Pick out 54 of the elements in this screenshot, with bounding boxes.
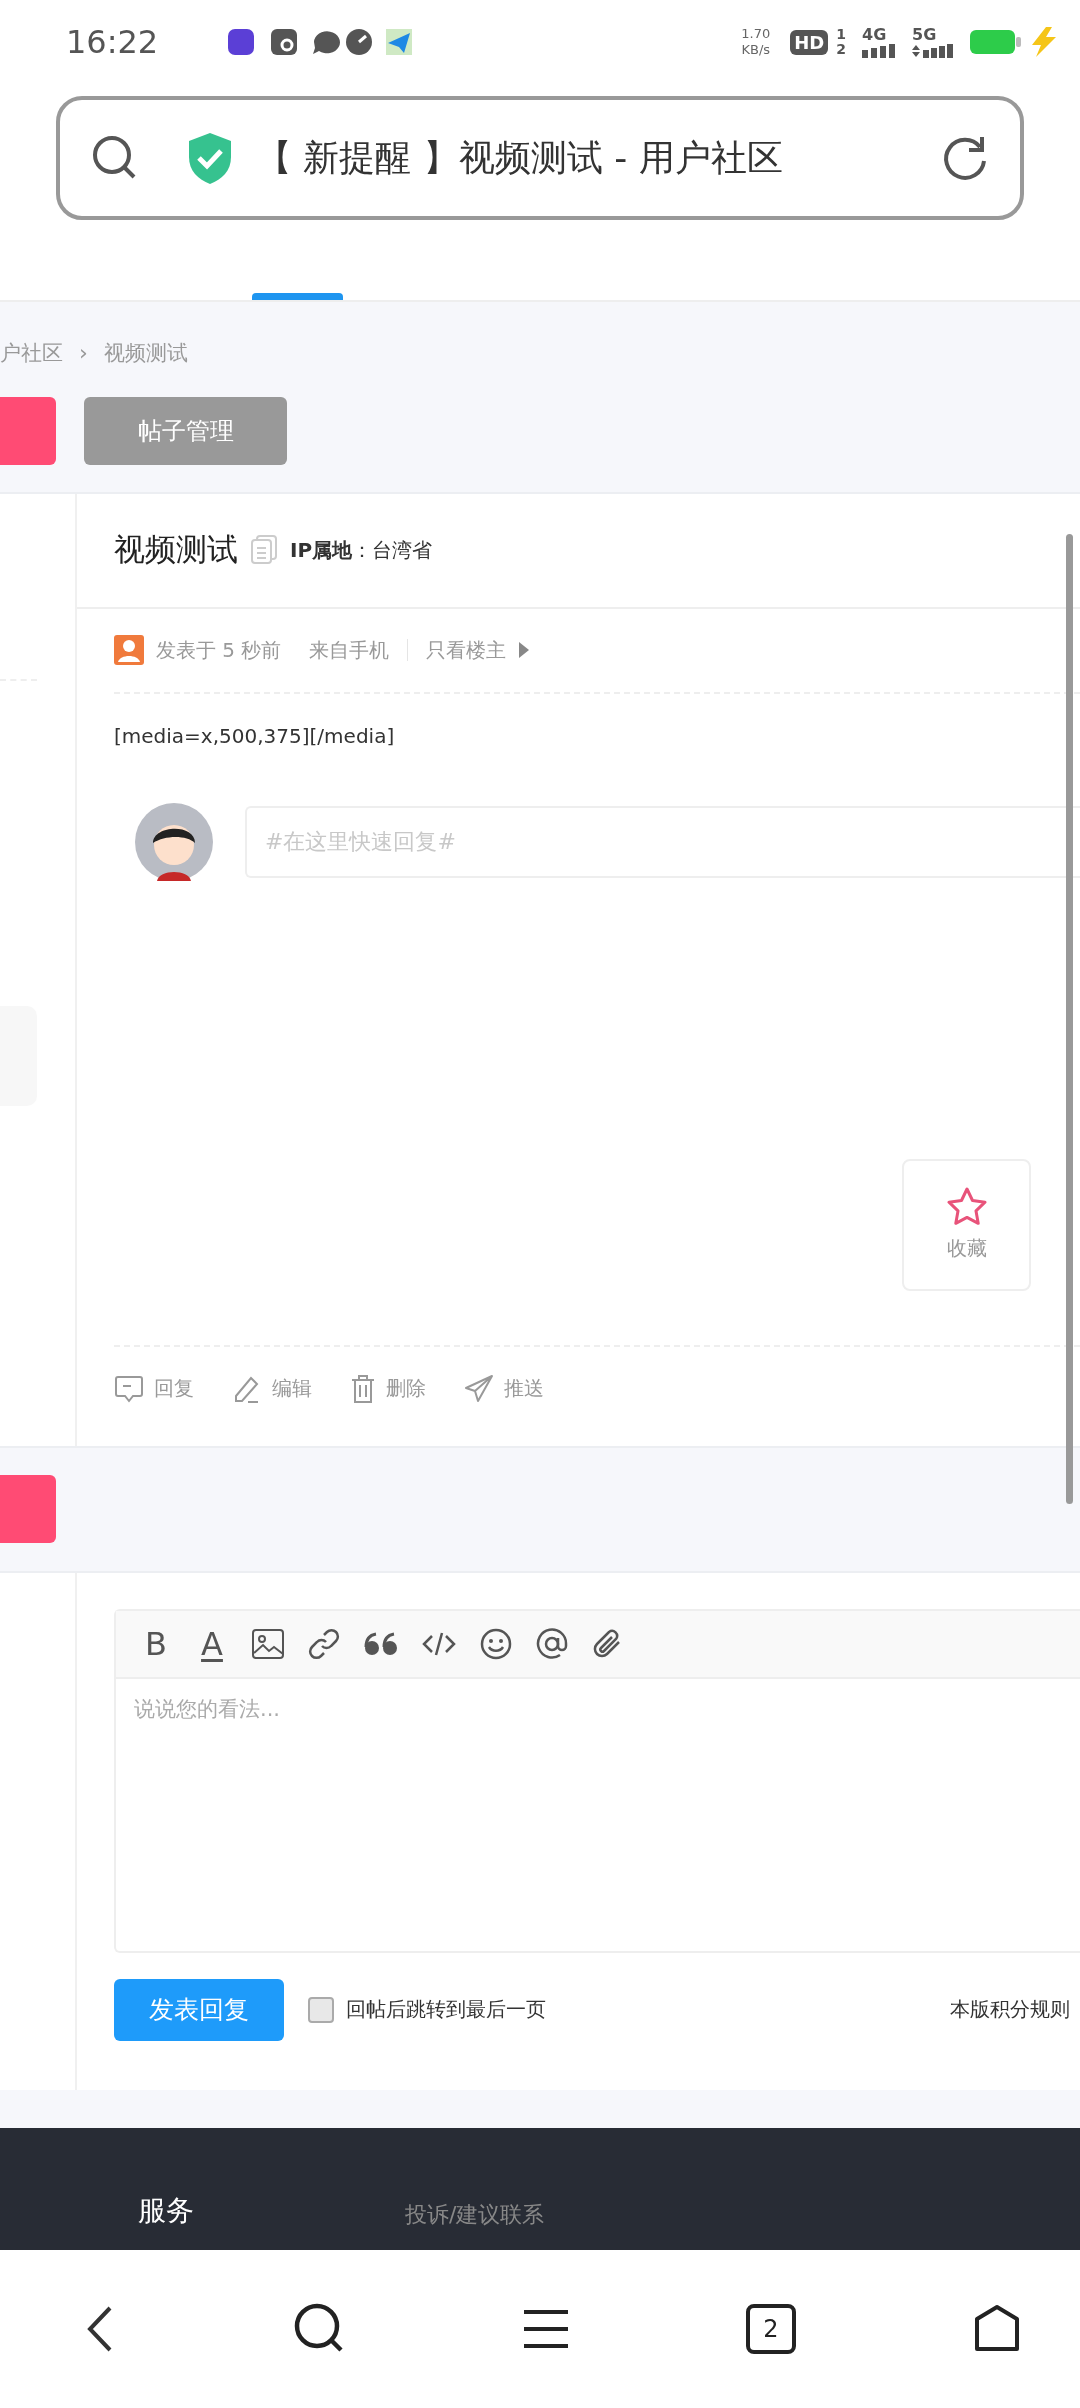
tabs-button[interactable]: 2: [746, 2304, 796, 2355]
address-bar[interactable]: 【 新提醒 】视频测试 - 用户社区: [56, 96, 1024, 220]
network-speed: 1.70: [741, 26, 771, 42]
image-icon[interactable]: [252, 1628, 284, 1659]
post-source: 来自手机: [309, 636, 390, 664]
post-body: [media=x,500,375][/media]: [114, 723, 396, 748]
network-label: 5G: [912, 26, 937, 44]
comment-icon: [114, 1373, 144, 1404]
clock: 16:22: [66, 23, 160, 61]
battery-icon: [970, 29, 1022, 55]
quote-icon[interactable]: [364, 1631, 398, 1656]
signal-icon: [912, 44, 956, 58]
charging-icon: [1030, 27, 1058, 57]
manage-post-button[interactable]: 帖子管理: [84, 396, 287, 465]
author-only-link[interactable]: 只看楼主: [426, 636, 507, 664]
shield-check-icon: [186, 131, 234, 185]
page-title: 【 新提醒 】视频测试 - 用户社区: [256, 135, 784, 180]
post-action[interactable]: 编辑: [232, 1373, 312, 1404]
footer-link[interactable]: 投诉/建议联系: [405, 2200, 545, 2231]
thread-title: 视频测试: [114, 530, 238, 570]
breadcrumb-separator-icon: ›: [79, 340, 88, 366]
network-label: 4G: [862, 26, 887, 44]
checkbox[interactable]: [308, 1996, 334, 2023]
paper-plane-icon: [464, 1373, 494, 1404]
trash-icon: [350, 1373, 376, 1404]
scrollbar[interactable]: [1066, 533, 1073, 1504]
post-action[interactable]: 回复: [114, 1373, 194, 1404]
code-icon[interactable]: [422, 1630, 456, 1657]
rules-link[interactable]: 本版积分规则: [950, 1996, 1070, 2024]
user-icon: [114, 635, 144, 666]
speed-unit: KB/s: [741, 42, 771, 58]
at-icon[interactable]: [536, 1627, 568, 1660]
checkbox-label[interactable]: 回帖后跳转到最后一页: [346, 1996, 546, 2024]
post-time: 发表于 5 秒前: [156, 636, 282, 664]
emoji-icon[interactable]: [480, 1627, 512, 1660]
text-color-tool[interactable]: A: [196, 1624, 228, 1663]
sim-label: 2: [836, 42, 846, 57]
star-icon: [946, 1187, 987, 1226]
reply-editor[interactable]: B A 说说您的看法...: [114, 1608, 1080, 1953]
footer-heading: 服务: [138, 2193, 194, 2230]
link-icon[interactable]: [308, 1627, 340, 1660]
signal-icon: [862, 44, 898, 58]
breadcrumb-link[interactable]: 视频测试: [103, 338, 188, 367]
post-action[interactable]: 推送: [464, 1373, 544, 1404]
submit-reply-button[interactable]: 发表回复: [114, 1978, 284, 2041]
triangle-right-icon: [518, 641, 531, 660]
ip-location: IP属地：台湾省: [290, 536, 433, 564]
sim-label: 1: [836, 27, 846, 42]
menu-icon[interactable]: [524, 2309, 568, 2350]
favorite-button[interactable]: 收藏: [902, 1158, 1031, 1291]
breadcrumb-link[interactable]: 户社区: [0, 338, 63, 367]
post-action[interactable]: 删除: [350, 1373, 426, 1404]
hd-badge: HD: [790, 29, 829, 55]
bold-tool[interactable]: B: [140, 1624, 172, 1663]
